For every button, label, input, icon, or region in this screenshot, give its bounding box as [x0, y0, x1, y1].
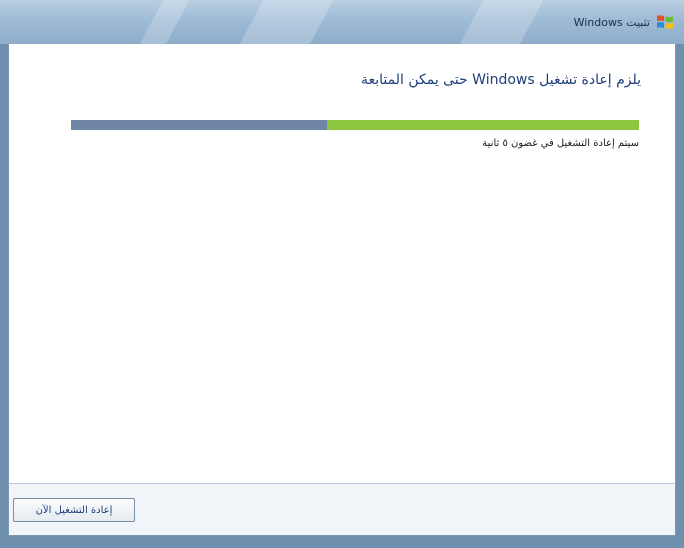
restart-countdown-text: سيتم إعادة التشغيل في غضون ٥ ثانية	[482, 138, 639, 149]
window-title: تثبيت Windows	[573, 15, 650, 29]
windows-flag-icon	[657, 15, 673, 29]
title-bar-glare	[131, 0, 195, 44]
restart-now-button[interactable]: إعادة التشغيل الآن	[13, 498, 135, 522]
window-title-group: تثبيت Windows	[574, 11, 674, 33]
title-bar[interactable]: تثبيت Windows	[0, 0, 684, 44]
content-area: يلزم إعادة تشغيل Windows حتى يمكن المتاب…	[8, 44, 676, 484]
title-bar-glare	[231, 0, 339, 44]
setup-window: تثبيت Windows يلزم إعادة تشغيل Windows ح…	[0, 0, 684, 548]
footer: إعادة التشغيل الآن	[0, 484, 684, 548]
restart-progress-bar	[71, 120, 639, 130]
title-bar-glare	[451, 0, 549, 44]
footer-panel: إعادة التشغيل الآن	[8, 484, 676, 536]
page-heading: يلزم إعادة تشغيل Windows حتى يمكن المتاب…	[360, 72, 641, 88]
progress-bar-fill	[326, 120, 639, 130]
